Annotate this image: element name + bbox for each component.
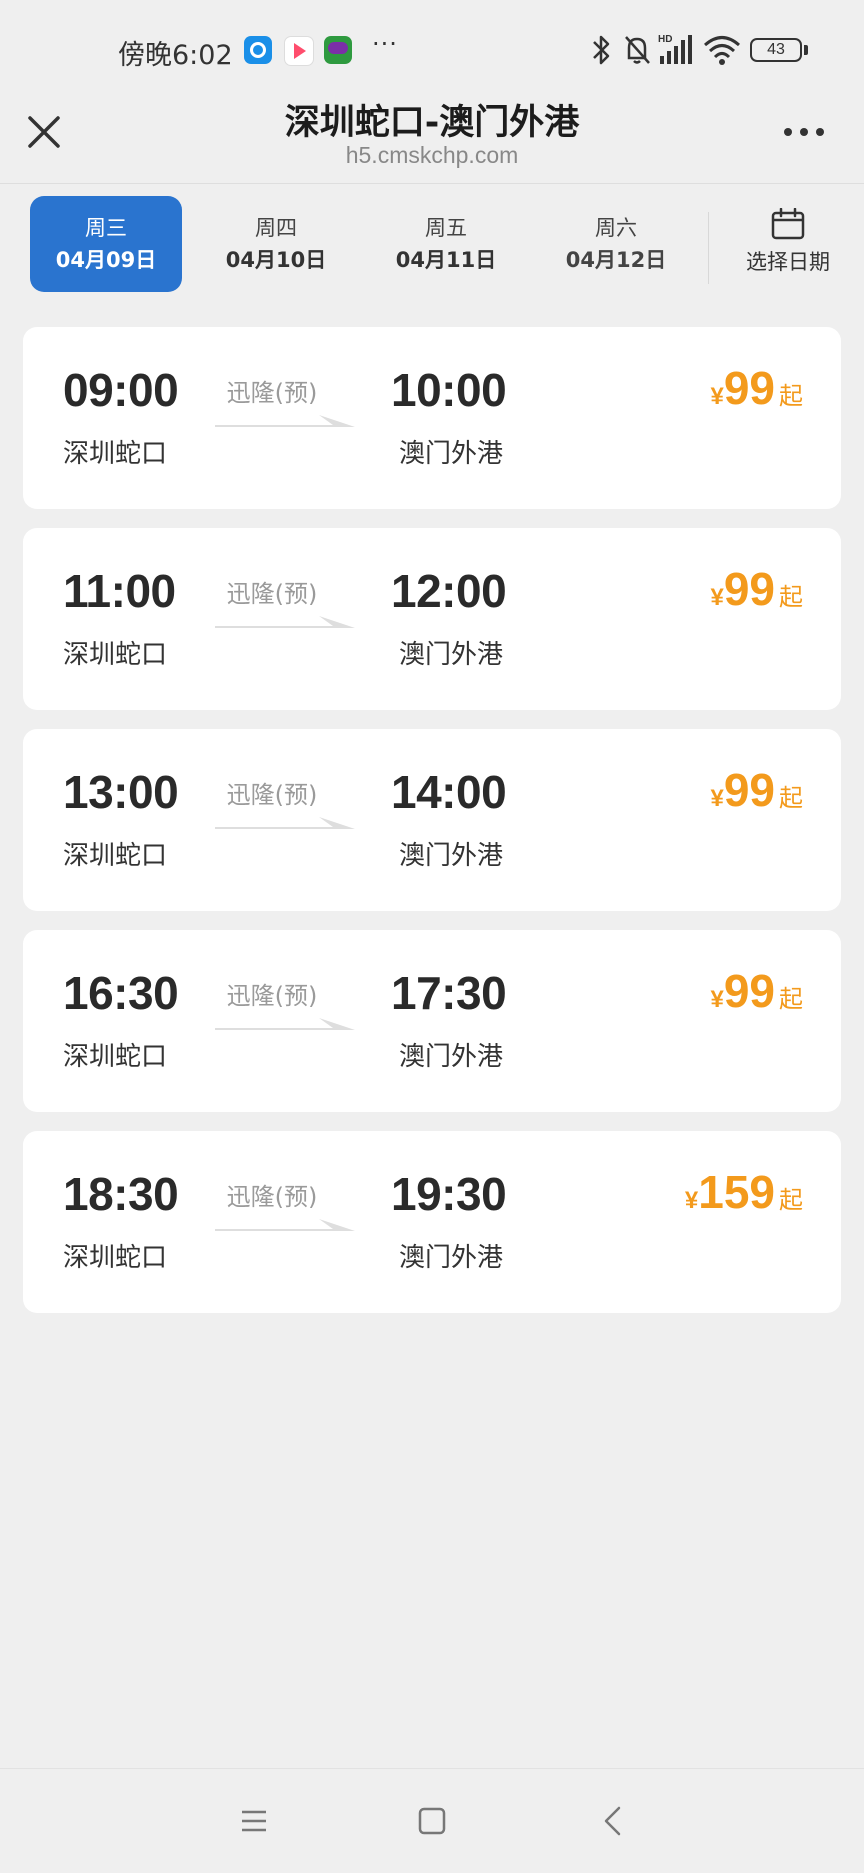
price: ¥99 起 [710,562,803,616]
price-suffix: 起 [779,382,803,410]
route-arrow-icon [215,1018,355,1030]
price-suffix: 起 [779,985,803,1013]
departure-time: 09:00 [63,364,179,416]
price-currency: ¥ [710,383,724,410]
arrival-time: 14:00 [391,766,507,818]
price: ¥159 起 [685,1165,803,1219]
date-selector: 周三 04月09日 周四 04月10日 周五 04月11日 周六 04月12日 … [0,184,864,310]
trip-card[interactable]: 11:00 深圳蛇口 迅隆(预) 12:00 澳门外港 ¥99 起 [23,528,841,710]
date-tab-weekday: 周三 [85,216,127,240]
bluetooth-icon [593,35,610,65]
ship-name: 迅隆(预) [226,580,318,608]
price: ¥99 起 [710,964,803,1018]
price-currency: ¥ [710,584,724,611]
calendar-icon [771,208,805,240]
date-tab-date: 04月11日 [395,248,497,272]
route-arrow-icon [215,817,355,829]
page-url: h5.cmskchp.com [345,142,519,168]
status-time: 傍晚6:02 [118,40,233,71]
status-bar: 傍晚6:02 ··· HD 43 [0,0,864,100]
date-tab-weekday: 周五 [425,216,467,240]
status-more-icon: ··· [372,30,398,58]
arrival-time: 10:00 [391,364,507,416]
arrival-time: 19:30 [391,1168,507,1220]
arrival-time: 17:30 [391,967,507,1019]
back-icon[interactable] [592,1799,636,1843]
price-amount: 99 [723,362,775,414]
price-currency: ¥ [684,1187,699,1214]
app-game-icon [324,36,352,64]
date-tab-0412[interactable]: 周六 04月12日 [540,196,692,292]
date-tab-date: 04月09日 [55,248,157,272]
date-tab-0410[interactable]: 周四 04月10日 [200,196,352,292]
app-video-icon [284,36,314,66]
price-amount: 99 [723,965,775,1017]
route-arrow-icon [215,415,355,427]
trip-card[interactable]: 13:00 深圳蛇口 迅隆(预) 14:00 澳门外港 ¥99 起 [23,729,841,911]
price-amount: 99 [723,563,775,615]
select-date-button[interactable]: 选择日期 [722,204,854,288]
date-divider [708,212,709,284]
departure-port: 深圳蛇口 [63,1243,168,1273]
price-suffix: 起 [779,583,803,611]
recent-apps-icon[interactable] [232,1799,276,1843]
price-currency: ¥ [710,986,724,1013]
price-currency: ¥ [710,785,724,812]
departure-port: 深圳蛇口 [63,640,168,670]
departure-time: 13:00 [63,766,179,818]
date-tab-weekday: 周六 [595,216,637,240]
date-tab-date: 04月10日 [225,248,327,272]
date-tab-date: 04月12日 [565,248,667,272]
ship-name: 迅隆(预) [226,982,318,1010]
price: ¥99 起 [710,763,803,817]
price: ¥99 起 [710,361,803,415]
departure-time: 11:00 [63,565,176,617]
select-date-label: 选择日期 [746,250,830,274]
arrival-port: 澳门外港 [399,640,504,670]
departure-time: 16:30 [63,967,179,1019]
svg-text:HD: HD [658,34,672,45]
route-arrow-icon [215,616,355,628]
ship-name: 迅隆(预) [226,781,318,809]
arrival-port: 澳门外港 [399,841,504,871]
battery-tip [804,45,808,55]
app-browser-icon [244,36,272,64]
price-suffix: 起 [779,1186,803,1214]
arrival-time: 12:00 [391,565,507,617]
system-nav-bar [0,1768,864,1873]
trip-card[interactable]: 09:00 深圳蛇口 迅隆(预) 10:00 澳门外港 ¥99 起 [23,327,841,509]
ship-name: 迅隆(预) [226,1183,318,1211]
trip-card[interactable]: 16:30 深圳蛇口 迅隆(预) 17:30 澳门外港 ¥99 起 [23,930,841,1112]
more-options-icon[interactable] [780,118,828,146]
arrival-port: 澳门外港 [399,439,504,469]
price-amount: 159 [698,1166,775,1218]
battery-icon: 43 [750,38,802,62]
date-tab-0411[interactable]: 周五 04月11日 [370,196,522,292]
arrival-port: 澳门外港 [399,1243,504,1273]
price-amount: 99 [723,764,775,816]
ship-name: 迅隆(预) [226,379,318,407]
departure-time: 18:30 [63,1168,179,1220]
signal-icon: HD [658,34,692,64]
departure-port: 深圳蛇口 [63,841,168,871]
departure-port: 深圳蛇口 [63,439,168,469]
page-title: 深圳蛇口-澳门外港 [284,103,580,143]
date-tab-0409[interactable]: 周三 04月09日 [30,196,182,292]
arrival-port: 澳门外港 [399,1042,504,1072]
header: 深圳蛇口-澳门外港 h5.cmskchp.com [0,100,864,180]
wifi-icon [704,36,740,65]
route-arrow-icon [215,1219,355,1231]
mute-icon [625,36,650,64]
trip-card[interactable]: 18:30 深圳蛇口 迅隆(预) 19:30 澳门外港 ¥159 起 [23,1131,841,1313]
price-suffix: 起 [779,784,803,812]
home-icon[interactable] [410,1799,454,1843]
departure-port: 深圳蛇口 [63,1042,168,1072]
date-tab-weekday: 周四 [255,216,297,240]
